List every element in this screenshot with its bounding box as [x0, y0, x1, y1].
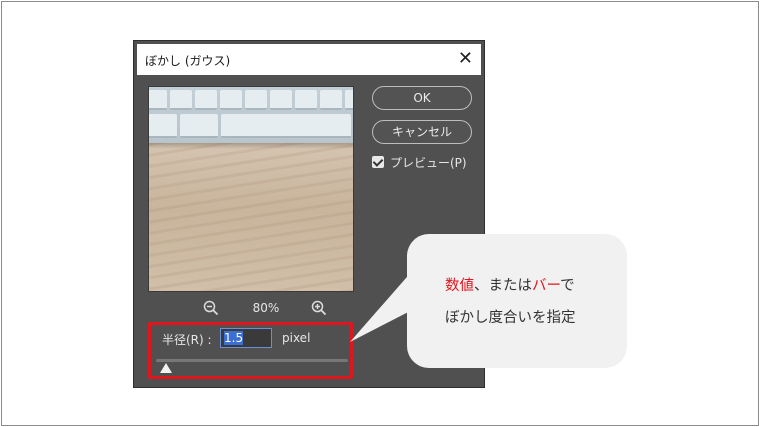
close-icon[interactable]: ✕ — [458, 48, 473, 70]
checkmark-icon[interactable] — [372, 156, 384, 168]
zoom-out-icon[interactable] — [202, 299, 220, 317]
cancel-button[interactable]: キャンセル — [372, 120, 472, 144]
dialog-title: ぼかし (ガウス) — [145, 54, 231, 68]
dialog-titlebar: ぼかし (ガウス) ✕ — [137, 44, 481, 75]
ok-button[interactable]: OK — [372, 86, 472, 110]
zoom-level-value: 80% — [252, 301, 280, 315]
zoom-in-icon[interactable] — [310, 299, 328, 317]
preview-image[interactable] — [148, 86, 354, 292]
preview-checkbox[interactable]: プレビュー(P) — [372, 154, 467, 170]
callout-line-2: ぼかし度合いを指定 — [445, 310, 576, 326]
radius-highlight-box — [148, 322, 353, 379]
keyboard-photo-area — [149, 87, 353, 143]
preview-checkbox-label: プレビュー(P) — [390, 155, 467, 170]
zoom-controls: 80% — [148, 299, 354, 319]
wood-surface-shadow — [149, 143, 353, 149]
callout-line-1: 数値、またはバーで — [445, 278, 575, 294]
callout-text: 数値、またはバーで ぼかし度合いを指定 — [445, 270, 615, 334]
